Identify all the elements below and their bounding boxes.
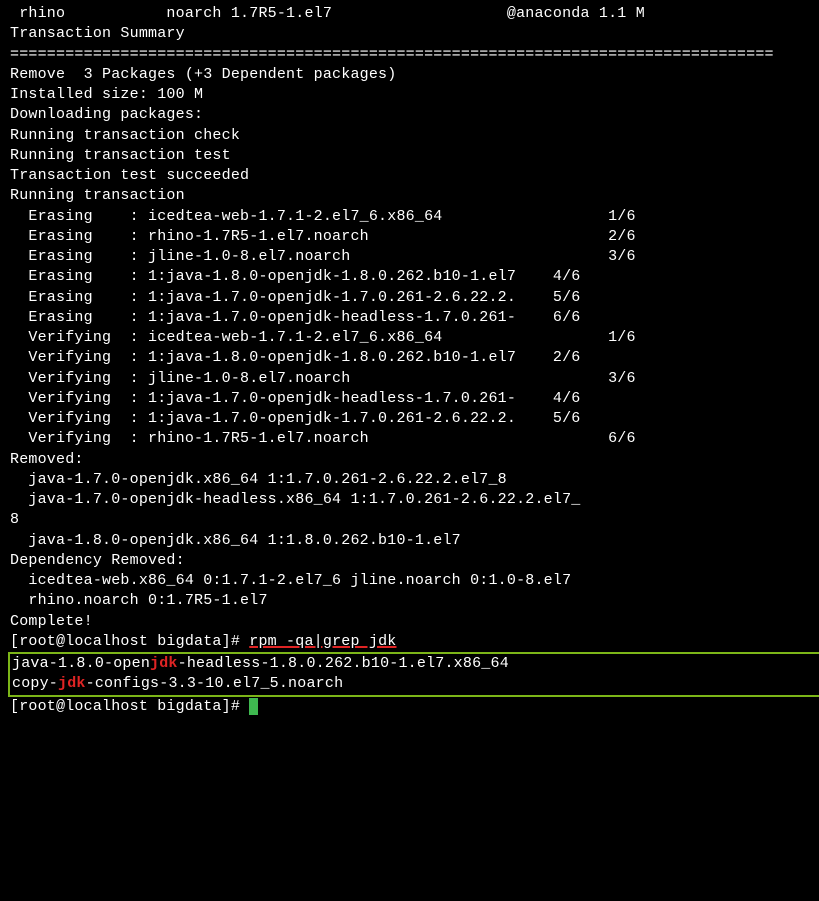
output-line: icedtea-web.x86_64 0:1.7.1-2.el7_6 jline… <box>10 571 819 591</box>
output-line: Verifying : icedtea-web-1.7.1-2.el7_6.x8… <box>10 328 819 348</box>
output-line: Verifying : jline-1.0-8.el7.noarch 3/6 <box>10 369 819 389</box>
output-line: Downloading packages: <box>10 105 819 125</box>
output-line: Transaction Summary <box>10 24 819 44</box>
grep-result: java-1.8.0-openjdk-headless-1.8.0.262.b1… <box>12 654 819 674</box>
output-line: ========================================… <box>10 45 819 65</box>
output-line: Removed: <box>10 450 819 470</box>
output-line: Running transaction check <box>10 126 819 146</box>
output-line: Complete! <box>10 612 819 632</box>
output-line: Running transaction test <box>10 146 819 166</box>
output-line: Verifying : rhino-1.7R5-1.el7.noarch 6/6 <box>10 429 819 449</box>
output-line: Erasing : icedtea-web-1.7.1-2.el7_6.x86_… <box>10 207 819 227</box>
output-line: Running transaction <box>10 186 819 206</box>
output-line: Verifying : 1:java-1.7.0-openjdk-1.7.0.2… <box>10 409 819 429</box>
output-line: Erasing : rhino-1.7R5-1.el7.noarch 2/6 <box>10 227 819 247</box>
output-line: Erasing : 1:java-1.7.0-openjdk-1.7.0.261… <box>10 288 819 308</box>
output-line: rhino noarch 1.7R5-1.el7 @anaconda 1.1 M <box>10 4 819 24</box>
grep-result: copy-jdk-configs-3.3-10.el7_5.noarch <box>12 674 819 694</box>
grep-match: jdk <box>150 655 178 672</box>
shell-prompt: [root@localhost bigdata]# <box>10 698 249 715</box>
prompt-line[interactable]: [root@localhost bigdata]# rpm -qa|grep j… <box>10 632 819 652</box>
output-line: Erasing : jline-1.0-8.el7.noarch 3/6 <box>10 247 819 267</box>
output-line: java-1.7.0-openjdk-headless.x86_64 1:1.7… <box>10 490 819 510</box>
output-line: Erasing : 1:java-1.8.0-openjdk-1.8.0.262… <box>10 267 819 287</box>
cursor <box>249 698 258 715</box>
output-line: 8 <box>10 510 819 530</box>
output-line: java-1.7.0-openjdk.x86_64 1:1.7.0.261-2.… <box>10 470 819 490</box>
terminal-output: rhino noarch 1.7R5-1.el7 @anaconda 1.1 M… <box>10 4 819 717</box>
shell-prompt: [root@localhost bigdata]# <box>10 633 249 650</box>
output-line: Verifying : 1:java-1.8.0-openjdk-1.8.0.2… <box>10 348 819 368</box>
highlight-box: java-1.8.0-openjdk-headless-1.8.0.262.b1… <box>8 652 819 697</box>
output-line: Installed size: 100 M <box>10 85 819 105</box>
command-text: rpm -qa|grep jdk <box>249 633 396 650</box>
output-line: Dependency Removed: <box>10 551 819 571</box>
output-line: Remove 3 Packages (+3 Dependent packages… <box>10 65 819 85</box>
output-line: Transaction test succeeded <box>10 166 819 186</box>
prompt-line[interactable]: [root@localhost bigdata]# <box>10 697 819 717</box>
output-line: java-1.8.0-openjdk.x86_64 1:1.8.0.262.b1… <box>10 531 819 551</box>
grep-match: jdk <box>58 675 86 692</box>
output-line: rhino.noarch 0:1.7R5-1.el7 <box>10 591 819 611</box>
output-line: Verifying : 1:java-1.7.0-openjdk-headles… <box>10 389 819 409</box>
output-line: Erasing : 1:java-1.7.0-openjdk-headless-… <box>10 308 819 328</box>
